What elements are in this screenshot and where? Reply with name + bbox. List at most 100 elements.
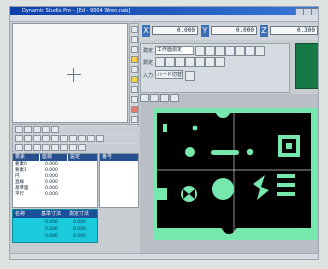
tool-button[interactable] <box>131 86 138 93</box>
bar-hole <box>277 192 295 196</box>
tool-button[interactable] <box>131 76 138 83</box>
table-header-row: 名称 基準寸法 測定寸法 <box>13 210 97 218</box>
title-bar: Dynamic Studio Pro – [Ed - 9004 Wren.nab… <box>10 7 318 16</box>
tool-icon[interactable] <box>185 57 195 67</box>
menu-bar[interactable] <box>10 15 318 22</box>
table-header: 測定寸法 <box>69 211 90 217</box>
table-row[interactable]: 0.000 0.000 <box>13 227 97 233</box>
part-view-canvas[interactable] <box>153 108 318 240</box>
element-table: 要素 座標 設定 要素0 0.000 要素1 0.000 円 0.000 直線 0.00… <box>12 153 98 208</box>
application-window: Dynamic Studio Pro – [Ed - 9004 Wren.nab… <box>9 6 319 260</box>
circle-icon[interactable] <box>205 46 215 56</box>
point-icon[interactable] <box>255 46 265 56</box>
tool-button[interactable] <box>24 144 32 151</box>
table-row[interactable]: 平行 0.000 <box>13 192 97 198</box>
tool-button[interactable] <box>33 135 41 142</box>
tool-button[interactable] <box>69 144 77 151</box>
tool-icon[interactable] <box>175 57 185 67</box>
table-header: 名称 <box>15 211 26 217</box>
tool-icon[interactable] <box>155 57 165 67</box>
view-button[interactable] <box>170 94 179 102</box>
table-header: 要素 <box>13 154 39 161</box>
crosshair-vertical <box>73 68 74 82</box>
line-icon[interactable] <box>225 46 235 56</box>
crosshair-horizontal <box>67 74 81 75</box>
tool-button[interactable] <box>15 144 23 151</box>
table-cell: 0.000 <box>45 234 58 239</box>
tool-button[interactable] <box>51 144 59 151</box>
table-row[interactable]: 0.000 0.000 <box>13 234 97 240</box>
tool-button[interactable] <box>131 56 138 63</box>
tool-button[interactable] <box>15 126 23 133</box>
tool-button[interactable] <box>24 126 32 133</box>
square-icon[interactable] <box>215 46 225 56</box>
table-cell: 0.000 <box>45 220 58 225</box>
tool-button[interactable] <box>33 126 41 133</box>
tool-button[interactable] <box>42 126 50 133</box>
panel-label: 測定 <box>143 60 154 66</box>
tool-button[interactable] <box>131 26 138 33</box>
tool-button[interactable] <box>87 135 95 142</box>
mode-select[interactable]: 工作面測定 <box>155 46 194 55</box>
tool-button[interactable] <box>78 135 86 142</box>
tool-icon[interactable] <box>165 57 175 67</box>
tool-button[interactable] <box>96 135 104 142</box>
tool-button[interactable] <box>51 135 59 142</box>
round-hole <box>185 147 195 157</box>
tool-icon[interactable] <box>195 57 205 67</box>
toolbar-row <box>14 144 139 152</box>
tool-icon[interactable] <box>205 57 215 67</box>
table-row[interactable]: 0.000 0.000 <box>13 220 97 226</box>
view-button-row <box>140 94 182 103</box>
z-axis-label: Z <box>260 25 268 37</box>
measurement-toolbar <box>12 124 139 152</box>
tool-button[interactable] <box>131 36 138 43</box>
arc-icon[interactable] <box>235 46 245 56</box>
view-button[interactable] <box>160 94 169 102</box>
tool-button[interactable] <box>42 135 50 142</box>
square-hole <box>286 143 292 149</box>
table-header: 番号 <box>100 154 138 161</box>
tool-button[interactable] <box>131 106 138 113</box>
arrow-icon[interactable] <box>185 71 195 81</box>
panel-label: 入力 <box>143 73 154 79</box>
tool-button[interactable] <box>42 144 50 151</box>
table-cell: 0.000 <box>73 227 86 232</box>
x-coordinate-readout: 0.000 <box>152 26 198 35</box>
tool-button[interactable] <box>131 66 138 73</box>
tool-button[interactable] <box>131 46 138 53</box>
table-cell: 0.000 <box>45 192 58 197</box>
back-button[interactable] <box>140 94 149 102</box>
status-indicator <box>295 43 318 89</box>
tool-icon[interactable] <box>215 57 225 67</box>
pen-icon[interactable] <box>195 46 205 56</box>
tool-button[interactable] <box>24 135 32 142</box>
measurement-panel: 測定 工作面測定 測定 入力 ハード切替 <box>140 43 290 93</box>
coordinate-bar: X 0.000 Y 0.000 Z 0.300 <box>140 24 318 40</box>
z-coordinate-readout: 0.300 <box>270 26 318 35</box>
angle-icon[interactable] <box>245 46 255 56</box>
tool-button[interactable] <box>78 144 86 151</box>
window-title: Dynamic Studio Pro – [Ed - 9004 Wren.nab… <box>22 8 131 14</box>
tool-button[interactable] <box>69 135 77 142</box>
number-list[interactable]: 番号 <box>99 153 139 208</box>
tool-button[interactable] <box>60 135 68 142</box>
tool-button[interactable] <box>33 144 41 151</box>
table-cell: 0.000 <box>45 227 58 232</box>
status-bar <box>10 253 318 259</box>
dimension-table: 名称 基準寸法 測定寸法 0.000 0.000 0.000 0.000 0.000… <box>12 209 98 243</box>
hardware-switch-button[interactable]: ハード切替 <box>155 70 183 79</box>
bar-hole <box>277 174 295 178</box>
forward-button[interactable] <box>150 94 159 102</box>
large-hole <box>212 178 234 200</box>
tool-button[interactable] <box>51 126 59 133</box>
tool-button[interactable] <box>15 135 23 142</box>
x-axis-label: X <box>142 25 150 37</box>
small-hole <box>192 125 198 131</box>
tool-button[interactable] <box>131 116 138 123</box>
part-drawing <box>157 113 311 234</box>
tool-button[interactable] <box>131 96 138 103</box>
camera-preview[interactable] <box>12 23 128 123</box>
table-header: 設定 <box>68 154 97 161</box>
tool-button[interactable] <box>60 144 68 151</box>
